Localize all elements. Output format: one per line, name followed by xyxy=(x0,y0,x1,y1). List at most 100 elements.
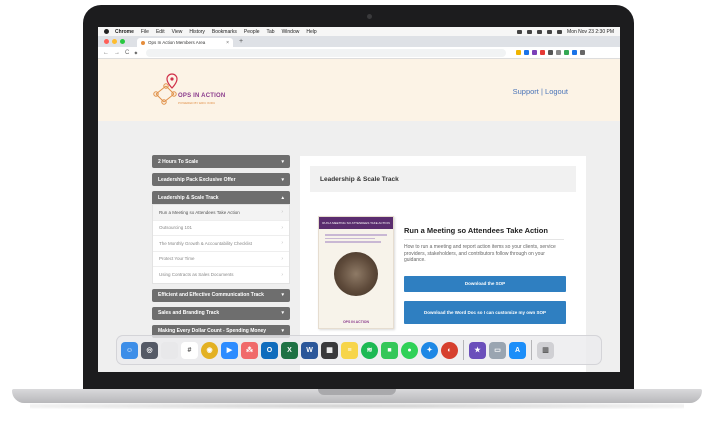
chevron-right-icon: › xyxy=(281,224,283,231)
track-leadership-scale[interactable]: Leadership & Scale Track ▴ xyxy=(152,191,290,204)
track-sales-branding[interactable]: Sales and Branding Track ▾ xyxy=(152,306,290,320)
asana-icon[interactable]: ⁂ xyxy=(241,341,258,359)
track-label: Efficient and Effective Communication Tr… xyxy=(158,292,264,298)
menu-edit[interactable]: Edit xyxy=(156,29,165,35)
chevron-down-icon: ▾ xyxy=(281,328,284,334)
chevron-right-icon: › xyxy=(281,255,283,262)
forward-button[interactable]: → xyxy=(114,50,120,56)
browser-toolbar: ← → C ◆ xyxy=(98,47,620,59)
extension-icon[interactable] xyxy=(540,50,546,55)
facetime-icon[interactable]: ■ xyxy=(381,341,398,359)
back-button[interactable]: ← xyxy=(103,50,109,56)
lesson-item-contracts[interactable]: Using Contracts as Sales Documents › xyxy=(153,267,289,283)
new-tab-button[interactable]: + xyxy=(239,37,243,47)
excel-icon[interactable]: X xyxy=(281,341,298,359)
tab-close-icon[interactable]: × xyxy=(226,40,229,46)
close-window-icon[interactable] xyxy=(104,39,109,44)
browser-tabbar: Ops In Action Members Area × + xyxy=(98,36,620,47)
track-label: 2 Hours To Scale xyxy=(158,158,199,165)
thumbnail-text-lines xyxy=(319,229,393,248)
imovie-icon[interactable]: ★ xyxy=(469,341,486,359)
lock-icon: ◆ xyxy=(134,50,138,55)
reload-button[interactable]: C xyxy=(125,50,129,56)
minimize-window-icon[interactable] xyxy=(112,39,117,44)
spotify-icon[interactable]: ≋ xyxy=(361,341,378,359)
lesson-item-protect-time[interactable]: Protect Your Time › xyxy=(153,252,289,267)
screenflow-icon[interactable]: ◐ xyxy=(441,341,458,359)
extensions-area xyxy=(516,50,586,55)
word-icon[interactable]: W xyxy=(301,341,318,359)
menu-help[interactable]: Help xyxy=(306,29,316,35)
menu-window[interactable]: Window xyxy=(282,29,300,35)
webcam xyxy=(367,14,372,19)
track-2-hours-to-scale[interactable]: 2 Hours To Scale ▾ xyxy=(152,155,290,168)
menu-file[interactable]: File xyxy=(141,29,149,35)
menu-app-name[interactable]: Chrome xyxy=(115,29,134,35)
lesson-item-run-a-meeting[interactable]: Run a Meeting so Attendees Take Action › xyxy=(153,205,289,221)
track-communication[interactable]: Efficient and Effective Communication Tr… xyxy=(152,288,290,302)
tab-title: Ops In Action Members Area xyxy=(148,40,206,45)
stage: Chrome File Edit View History Bookmarks … xyxy=(0,0,714,421)
safari-icon[interactable]: ✦ xyxy=(421,341,438,359)
chevron-down-icon: ▾ xyxy=(281,292,284,298)
menu-tab[interactable]: Tab xyxy=(267,29,275,35)
meeting-photo xyxy=(334,251,378,296)
browser-menu-icon[interactable] xyxy=(580,50,586,55)
download-sop-button[interactable]: Download the SOP xyxy=(404,276,566,292)
lesson-item-monthly-growth[interactable]: The Monthly Growth & Accountability Chec… xyxy=(153,236,289,252)
lesson-title: Run a Meeting so Attendees Take Action xyxy=(404,226,548,235)
zoom-icon[interactable]: ▶ xyxy=(221,341,238,359)
track-title: Leadership & Scale Track xyxy=(310,166,576,192)
track-leadership-pack[interactable]: Leadership Pack Exclusive Offer ▾ xyxy=(152,173,290,186)
launchpad-icon[interactable]: ◎ xyxy=(141,341,158,359)
logo-wordmark: OPS IN ACTION xyxy=(178,93,226,99)
logout-link[interactable]: Logout xyxy=(545,87,568,96)
search-icon[interactable] xyxy=(547,29,553,34)
extension-icon[interactable] xyxy=(548,50,554,55)
laptop-notch xyxy=(318,389,396,395)
apps-grid-icon[interactable] xyxy=(161,341,178,359)
wifi-icon[interactable] xyxy=(537,29,543,34)
address-bar-input[interactable] xyxy=(146,48,507,57)
browser-tab-active[interactable]: Ops In Action Members Area × xyxy=(137,38,233,47)
chevron-right-icon: › xyxy=(281,240,283,247)
trash-icon[interactable]: ▥ xyxy=(537,341,554,359)
calculator-icon[interactable]: ▦ xyxy=(321,341,338,359)
finder-icon[interactable]: ☺ xyxy=(121,341,138,359)
lesson-label: Protect Your Time xyxy=(159,256,195,262)
slack-icon[interactable]: # xyxy=(181,341,198,359)
extension-icon[interactable] xyxy=(532,50,538,55)
zoom-window-icon[interactable] xyxy=(120,39,125,44)
sop-thumbnail[interactable]: RUN A MEETING SO ATTENDEES TAKE ACTION O… xyxy=(318,216,394,329)
apple-icon[interactable] xyxy=(104,29,109,34)
menubar-clock[interactable]: Mon Nov 23 2:30 PM xyxy=(567,29,614,35)
support-link[interactable]: Support xyxy=(513,87,539,96)
lesson-label: The Monthly Growth & Accountability Chec… xyxy=(159,240,253,246)
menu-view[interactable]: View xyxy=(172,29,183,35)
laptop-screen: Chrome File Edit View History Bookmarks … xyxy=(98,27,620,372)
dock-separator xyxy=(463,340,464,360)
extension-icon[interactable] xyxy=(556,50,562,55)
control-center-icon[interactable] xyxy=(557,29,563,34)
download-word-doc-button[interactable]: Download the Word Doc so I can customize… xyxy=(404,301,566,324)
preview-icon[interactable]: ▭ xyxy=(489,341,506,359)
chevron-down-icon: ▾ xyxy=(281,158,284,165)
lesson-item-outsourcing[interactable]: Outsourcing 101 › xyxy=(153,221,289,236)
notes-icon[interactable]: ≡ xyxy=(341,341,358,359)
laptop-shadow xyxy=(30,403,684,409)
menu-bookmarks[interactable]: Bookmarks xyxy=(212,29,237,35)
battery-icon[interactable] xyxy=(527,29,533,34)
lesson-description: How to run a meeting and report action i… xyxy=(404,244,556,263)
extension-icon[interactable] xyxy=(564,50,570,55)
menu-people[interactable]: People xyxy=(244,29,260,35)
profile-avatar[interactable] xyxy=(572,50,578,55)
messages-icon[interactable]: ● xyxy=(401,341,418,359)
menu-history[interactable]: History xyxy=(189,29,205,35)
chrome-icon[interactable]: ◉ xyxy=(201,341,218,359)
bluetooth-icon[interactable] xyxy=(517,29,523,34)
mac-dock: ☺ ◎ # ◉ ▶ ⁂ O X W ▦ ≡ ≋ ■ ● ✦ ◐ ★ ▭ A ▥ xyxy=(116,335,602,365)
app-store-icon[interactable]: A xyxy=(509,341,526,359)
outlook-icon[interactable]: O xyxy=(261,341,278,359)
extension-icon[interactable] xyxy=(524,50,530,55)
bookmark-star-icon[interactable] xyxy=(516,50,522,55)
